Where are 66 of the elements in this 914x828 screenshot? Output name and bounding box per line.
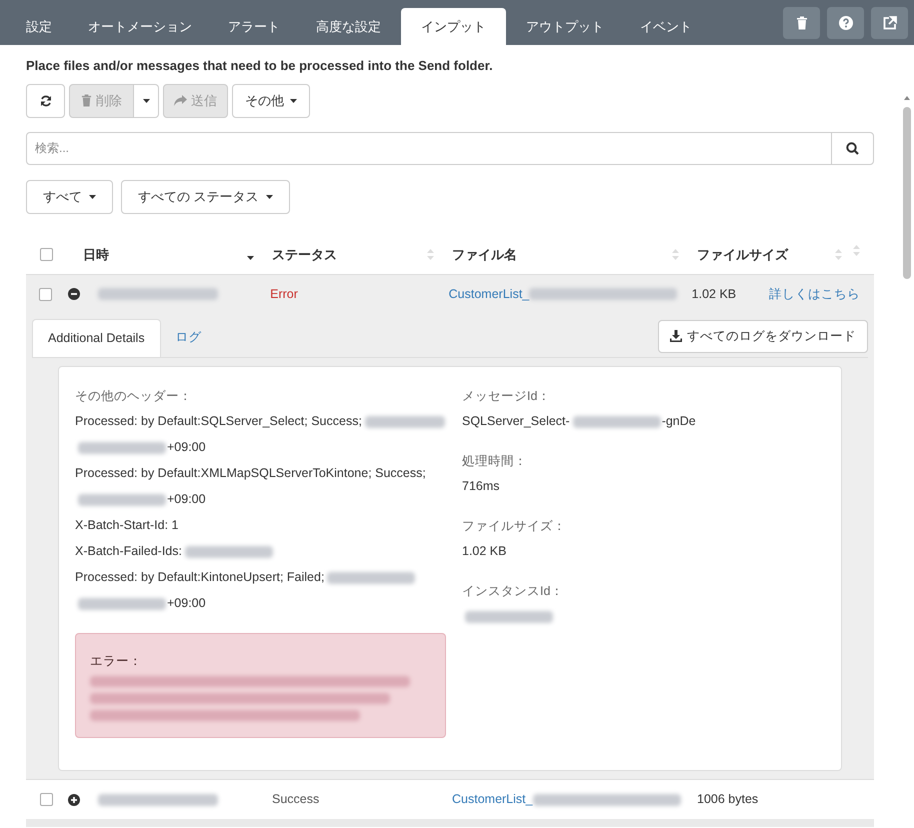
select-all-checkbox[interactable] [40, 248, 52, 261]
expand-icon[interactable] [68, 794, 80, 806]
caret-icon [266, 194, 273, 198]
row-checkbox[interactable] [40, 793, 52, 806]
refresh-button[interactable] [26, 84, 65, 118]
file-link[interactable]: CustomerList_ [448, 284, 530, 304]
delete-button[interactable] [783, 6, 820, 38]
field-label: ファイルサイズ： [462, 518, 567, 534]
detail-text: X-Batch-Start-Id: 1 [75, 517, 179, 534]
caret-icon [290, 98, 297, 102]
tab[interactable]: 高度な設定 [300, 8, 397, 45]
detail-text: Processed: by Default:SQLServer_Select; Success; [75, 413, 362, 430]
row-checkbox[interactable] [39, 288, 52, 300]
details-link[interactable]: 詳しくはこちら [769, 284, 874, 304]
table-cell-text: 1006 bytes [696, 791, 760, 808]
detail-text: Processed: by Default:KintoneUpsert; Failed; [75, 569, 324, 586]
field-label: インスタンスId： [462, 582, 564, 600]
tab[interactable]: イベント [624, 8, 708, 45]
column-header[interactable]: ステータス [272, 244, 337, 264]
detail-text: +09:00 [167, 595, 206, 612]
detail-text: -gnDe [662, 413, 696, 430]
help-button[interactable] [827, 6, 864, 38]
scroll-up-icon[interactable] [903, 95, 911, 101]
trash-icon [796, 16, 808, 30]
detail-text: X-Batch-Failed-Ids: [75, 543, 182, 560]
detail-text: 1.02 KB [462, 543, 506, 560]
more-dropdown[interactable]: その他 [232, 84, 310, 118]
tab[interactable]: インプット [401, 8, 506, 45]
caret-icon [89, 194, 96, 198]
refresh-icon [40, 94, 52, 106]
field-label: メッセージId： [462, 388, 552, 404]
detail-text: 716ms [462, 478, 500, 496]
column-header[interactable]: 日時 [83, 244, 109, 264]
status-text: Success [272, 792, 320, 806]
status-text: Error [270, 286, 298, 301]
external-link-icon [882, 16, 896, 30]
share-arrow-icon [174, 95, 187, 106]
tab[interactable]: アウトプット [510, 8, 620, 45]
tab[interactable]: オートメーション [72, 8, 208, 45]
filter-dropdown[interactable]: すべて [26, 180, 113, 214]
download-icon [670, 330, 682, 342]
detail-tab[interactable]: ログ [160, 318, 217, 356]
table-cell-text: 1.02 KB [690, 286, 738, 303]
filter-dropdown[interactable]: すべての ステータス [121, 180, 290, 214]
detail-text: +09:00 [167, 491, 206, 508]
caret-icon [142, 98, 150, 102]
scrollbar-thumb[interactable] [903, 107, 911, 279]
detail-text: Processed: by Default:XMLMapSQLServerToKintone; Success; [75, 465, 426, 482]
open-external-button[interactable] [871, 6, 908, 38]
download-button[interactable]: すべてのログをダウンロード [658, 320, 868, 352]
column-header[interactable]: ファイル名 [452, 244, 517, 264]
column-header[interactable]: ファイルサイズ [697, 244, 788, 264]
search-icon [846, 142, 859, 154]
field-label: 処理時間： [462, 452, 528, 470]
detail-tab[interactable]: Additional Details [32, 318, 161, 356]
detail-text: SQLServer_Select- [462, 413, 570, 430]
detail-text: +09:00 [167, 439, 206, 456]
error-label: エラー： [90, 652, 143, 670]
trash-icon [81, 94, 92, 107]
help-icon [838, 16, 852, 30]
file-link[interactable]: CustomerList_ [452, 790, 533, 810]
field-label: その他のヘッダー： [75, 388, 193, 404]
tab[interactable]: 設定 [10, 8, 68, 45]
instruction-text: Place files and/or messages that need to be processed into the Send folder. [26, 57, 494, 75]
collapse-icon[interactable] [68, 288, 80, 300]
tab[interactable]: アラート [212, 8, 296, 45]
